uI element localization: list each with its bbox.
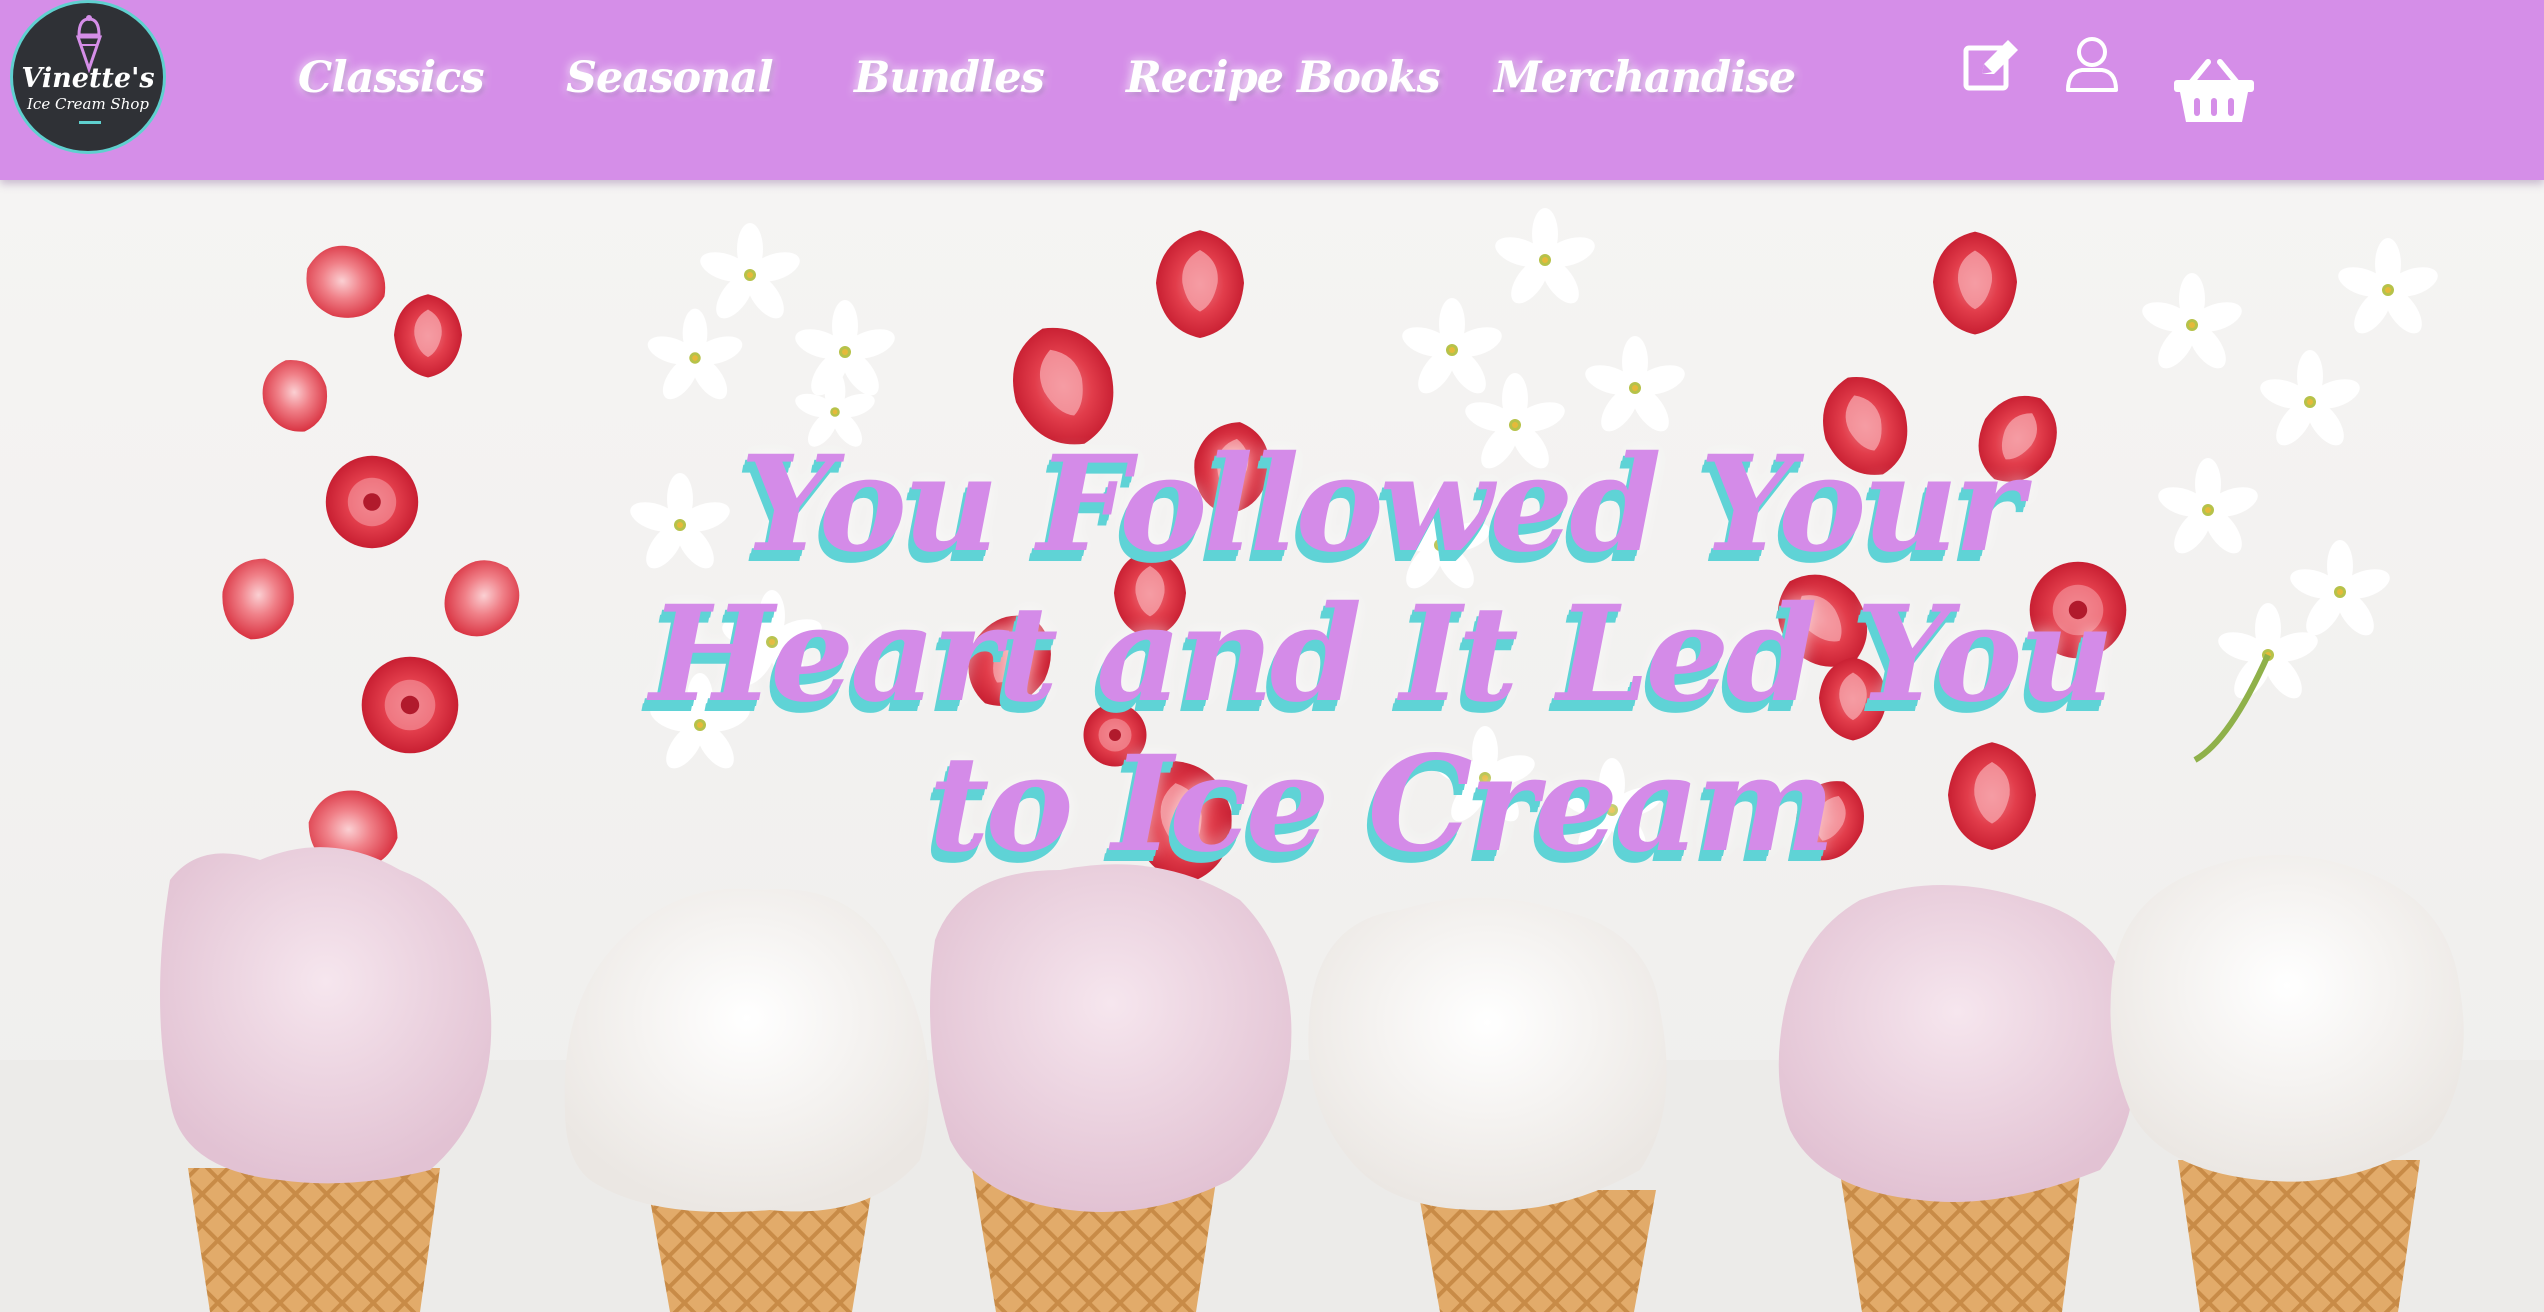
logo-subtitle: Ice Cream Shop [27,95,149,113]
edit-button[interactable] [1962,36,2024,94]
logo-name: Vinette's [21,63,155,94]
edit-icon [1963,40,2018,91]
nav-item-merchandise[interactable]: Merchandise [1494,46,1796,110]
nav-item-seasonal[interactable]: Seasonal [566,46,774,110]
site-header: Vinette's Ice Cream Shop Classics Season… [0,0,2544,180]
account-button[interactable] [2064,34,2120,94]
logo-divider [79,121,101,124]
nav-item-bundles[interactable]: Bundles [854,46,1045,110]
user-icon [2066,37,2118,92]
hero-headline: You Followed Your Heart and It Led You t… [649,427,2115,882]
shop-logo[interactable]: Vinette's Ice Cream Shop [10,0,166,154]
nav-item-classics[interactable]: Classics [298,46,485,110]
hero-banner: You Followed Your Heart and It Led You t… [0,180,2544,1312]
nav-item-recipe-books[interactable]: Recipe Books [1126,46,1441,110]
cart-button[interactable] [2172,56,2256,126]
basket-icon [2174,59,2254,122]
